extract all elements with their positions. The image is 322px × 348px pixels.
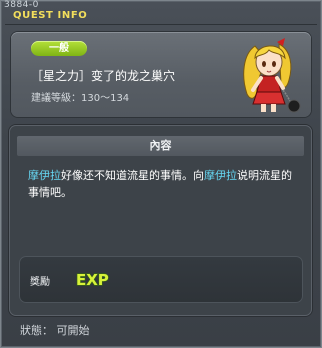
svg-text:EXP: EXP	[76, 271, 109, 289]
content-section-title: 內容	[17, 136, 304, 156]
title-divider	[5, 24, 317, 25]
quest-status: 狀態： 可開始	[20, 324, 90, 337]
quest-name: ［星之力］变了的龙之巢穴	[31, 69, 176, 83]
quest-description: 摩伊拉好像还不知道流星的事情。向摩伊拉说明流星的事情吧。	[28, 167, 298, 201]
exp-icon[interactable]: EXP	[75, 268, 111, 290]
npc-name-highlight: 摩伊拉	[204, 169, 237, 182]
quest-header-panel: 一般 ［星之力］变了的龙之巢穴 建議等級：130～134	[11, 32, 311, 117]
quest-id: 3884-0	[4, 0, 39, 10]
quest-info-window: 3884-0 QUEST INFO 一般 ［星之力］变了的龙之巢穴 建議等級：1…	[0, 0, 322, 348]
reward-label: 獎勵	[30, 277, 50, 288]
recommended-level: 建議等級：130～134	[31, 93, 130, 104]
quest-type-badge: 一般	[31, 41, 87, 56]
reward-panel: 獎勵 EXP	[19, 256, 303, 303]
window-title: QUEST INFO	[13, 10, 88, 21]
desc-text: 好像还不知道流星的事情。向	[61, 169, 204, 182]
npc-portrait-icon	[243, 38, 301, 113]
npc-name-highlight: 摩伊拉	[28, 169, 61, 182]
content-panel: 內容 摩伊拉好像还不知道流星的事情。向摩伊拉说明流星的事情吧。 獎勵 EXP	[9, 125, 312, 316]
